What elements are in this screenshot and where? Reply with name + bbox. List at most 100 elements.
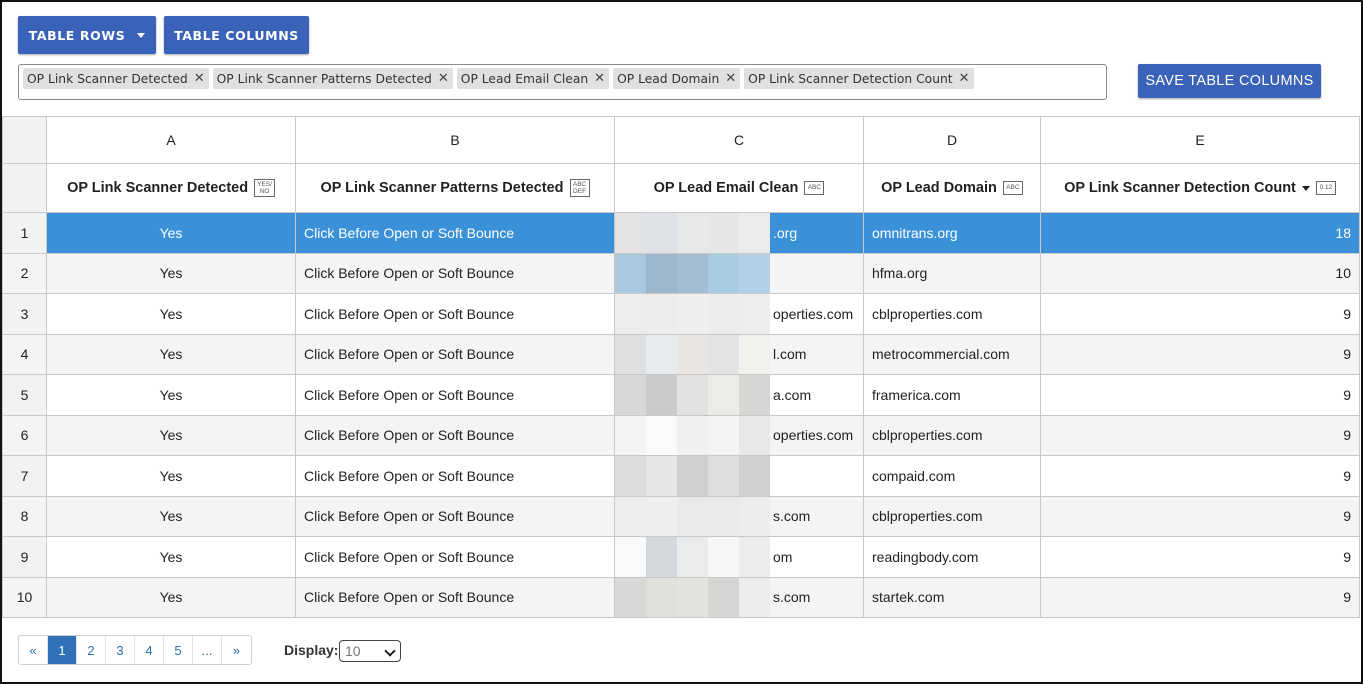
display-count-select[interactable]: 10 [339, 640, 401, 662]
column-header[interactable]: OP Link Scanner Detected YES/NO [46, 163, 296, 213]
table-row[interactable]: 5 Yes Click Before Open or Soft Bounce a.co… [2, 374, 1360, 416]
cell-lead-email[interactable]: operties.com [614, 293, 864, 335]
page-button-4[interactable]: 4 [135, 636, 164, 664]
ellipsis-button[interactable]: ... [193, 636, 222, 664]
cell-lead-domain[interactable]: framerica.com [863, 374, 1041, 416]
cell-link-scanner-detected[interactable]: Yes [46, 252, 296, 294]
row-number[interactable]: 4 [2, 333, 47, 375]
prev-page-button[interactable]: « [19, 636, 48, 664]
cell-detection-count[interactable]: 9 [1040, 293, 1360, 335]
cell-lead-domain[interactable]: compaid.com [863, 455, 1041, 497]
cell-detection-count[interactable]: 9 [1040, 455, 1360, 497]
table-rows-button[interactable]: TABLE ROWS [18, 16, 156, 54]
column-letter[interactable]: D [863, 116, 1041, 164]
cell-detection-count[interactable]: 9 [1040, 374, 1360, 416]
column-letter[interactable]: A [46, 116, 296, 164]
table-row[interactable]: 1 Yes Click Before Open or Soft Bounce .org… [2, 212, 1360, 254]
column-letter[interactable]: B [295, 116, 615, 164]
cell-link-scanner-detected[interactable]: Yes [46, 455, 296, 497]
cell-link-scanner-detected[interactable]: Yes [46, 293, 296, 335]
selected-columns-input[interactable]: OP Link Scanner Detected ✕ OP Link Scanne… [18, 64, 1107, 100]
table-row[interactable]: 8 Yes Click Before Open or Soft Bounce s.co… [2, 495, 1360, 537]
cell-link-scanner-detected[interactable]: Yes [46, 414, 296, 456]
row-number[interactable]: 2 [2, 252, 47, 294]
cell-detection-count[interactable]: 10 [1040, 252, 1360, 294]
close-icon[interactable]: ✕ [194, 71, 205, 86]
cell-patterns-detected[interactable]: Click Before Open or Soft Bounce [295, 576, 615, 618]
row-number[interactable]: 9 [2, 536, 47, 578]
cell-detection-count[interactable]: 9 [1040, 495, 1360, 537]
cell-lead-email[interactable] [614, 252, 864, 294]
cell-detection-count[interactable]: 9 [1040, 536, 1360, 578]
sort-descending-icon[interactable] [1301, 185, 1310, 191]
cell-lead-email[interactable]: s.com [614, 576, 864, 618]
cell-lead-domain[interactable]: omnitrans.org [863, 212, 1041, 254]
row-number[interactable]: 1 [2, 212, 47, 254]
cell-lead-email[interactable]: a.com [614, 374, 864, 416]
cell-link-scanner-detected[interactable]: Yes [46, 212, 296, 254]
page-button-1[interactable]: 1 [48, 636, 77, 664]
table-row[interactable]: 7 Yes Click Before Open or Soft Bounce comp… [2, 455, 1360, 497]
column-chip: OP Link Scanner Detection Count ✕ [744, 68, 974, 89]
cell-lead-email[interactable]: operties.com [614, 414, 864, 456]
column-header[interactable]: OP Link Scanner Detection Count 0.12 [1040, 163, 1360, 213]
row-number[interactable]: 5 [2, 374, 47, 416]
cell-lead-email[interactable]: s.com [614, 495, 864, 537]
cell-detection-count[interactable]: 9 [1040, 576, 1360, 618]
cell-detection-count[interactable]: 9 [1040, 333, 1360, 375]
row-number[interactable]: 8 [2, 495, 47, 537]
table-row[interactable]: 10 Yes Click Before Open or Soft Bounce s.c… [2, 576, 1360, 618]
cell-link-scanner-detected[interactable]: Yes [46, 495, 296, 537]
close-icon[interactable]: ✕ [438, 71, 449, 86]
column-header[interactable]: OP Lead Email Clean ABC [614, 163, 864, 213]
cell-detection-count[interactable]: 18 [1040, 212, 1360, 254]
cell-lead-email[interactable]: .org [614, 212, 864, 254]
cell-patterns-detected[interactable]: Click Before Open or Soft Bounce [295, 374, 615, 416]
cell-lead-email[interactable]: l.com [614, 333, 864, 375]
page-button-2[interactable]: 2 [77, 636, 106, 664]
cell-link-scanner-detected[interactable]: Yes [46, 576, 296, 618]
cell-link-scanner-detected[interactable]: Yes [46, 374, 296, 416]
table-columns-button[interactable]: TABLE COLUMNS [164, 16, 309, 54]
cell-lead-domain[interactable]: cblproperties.com [863, 414, 1041, 456]
table-row[interactable]: 3 Yes Click Before Open or Soft Bounce oper… [2, 293, 1360, 335]
close-icon[interactable]: ✕ [959, 71, 970, 86]
cell-patterns-detected[interactable]: Click Before Open or Soft Bounce [295, 252, 615, 294]
cell-patterns-detected[interactable]: Click Before Open or Soft Bounce [295, 414, 615, 456]
column-header[interactable]: OP Lead Domain ABC [863, 163, 1041, 213]
table-row[interactable]: 6 Yes Click Before Open or Soft Bounce oper… [2, 414, 1360, 456]
table-row[interactable]: 4 Yes Click Before Open or Soft Bounce l.co… [2, 333, 1360, 375]
cell-lead-domain[interactable]: hfma.org [863, 252, 1041, 294]
cell-lead-domain[interactable]: metrocommercial.com [863, 333, 1041, 375]
close-icon[interactable]: ✕ [594, 71, 605, 86]
table-row[interactable]: 9 Yes Click Before Open or Soft Bounce om re… [2, 536, 1360, 578]
column-letter[interactable]: E [1040, 116, 1360, 164]
cell-patterns-detected[interactable]: Click Before Open or Soft Bounce [295, 455, 615, 497]
cell-patterns-detected[interactable]: Click Before Open or Soft Bounce [295, 536, 615, 578]
row-number[interactable]: 10 [2, 576, 47, 618]
column-letter[interactable]: C [614, 116, 864, 164]
cell-link-scanner-detected[interactable]: Yes [46, 536, 296, 578]
row-number[interactable]: 3 [2, 293, 47, 335]
column-header[interactable]: OP Link Scanner Patterns Detected ABC DEF [295, 163, 615, 213]
cell-patterns-detected[interactable]: Click Before Open or Soft Bounce [295, 293, 615, 335]
page-button-5[interactable]: 5 [164, 636, 193, 664]
cell-patterns-detected[interactable]: Click Before Open or Soft Bounce [295, 495, 615, 537]
page-button-3[interactable]: 3 [106, 636, 135, 664]
cell-lead-domain[interactable]: cblproperties.com [863, 293, 1041, 335]
cell-lead-email[interactable]: om [614, 536, 864, 578]
cell-lead-email[interactable] [614, 455, 864, 497]
cell-lead-domain[interactable]: cblproperties.com [863, 495, 1041, 537]
table-row[interactable]: 2 Yes Click Before Open or Soft Bounce hfma… [2, 252, 1360, 294]
save-table-columns-button[interactable]: SAVE TABLE COLUMNS [1138, 64, 1321, 98]
row-number[interactable]: 6 [2, 414, 47, 456]
cell-link-scanner-detected[interactable]: Yes [46, 333, 296, 375]
cell-lead-domain[interactable]: readingbody.com [863, 536, 1041, 578]
cell-detection-count[interactable]: 9 [1040, 414, 1360, 456]
next-page-button[interactable]: » [222, 636, 251, 664]
row-number[interactable]: 7 [2, 455, 47, 497]
cell-lead-domain[interactable]: startek.com [863, 576, 1041, 618]
cell-patterns-detected[interactable]: Click Before Open or Soft Bounce [295, 333, 615, 375]
cell-patterns-detected[interactable]: Click Before Open or Soft Bounce [295, 212, 615, 254]
close-icon[interactable]: ✕ [725, 71, 736, 86]
